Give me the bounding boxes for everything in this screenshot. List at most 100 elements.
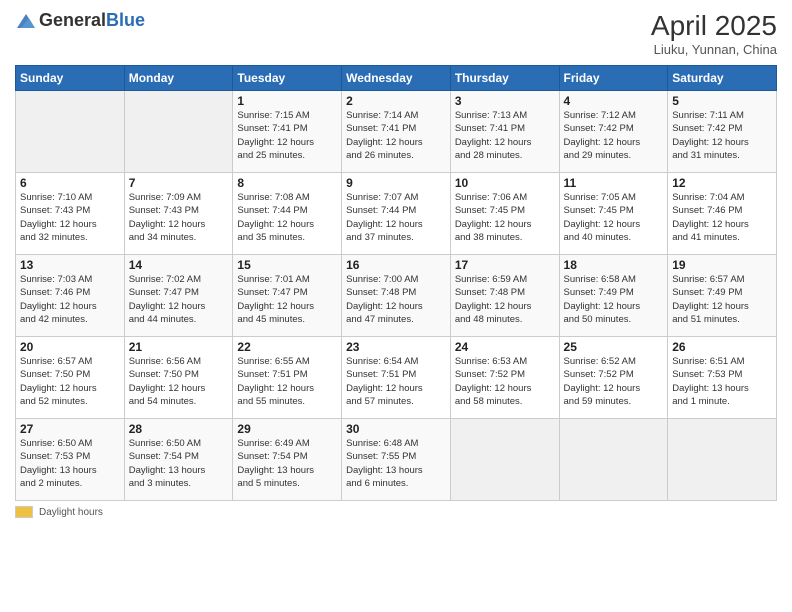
table-row: 9Sunrise: 7:07 AM Sunset: 7:44 PM Daylig… bbox=[342, 173, 451, 255]
table-row bbox=[16, 91, 125, 173]
day-info: Sunrise: 7:10 AM Sunset: 7:43 PM Dayligh… bbox=[20, 191, 120, 244]
location-text: Liuku, Yunnan, China bbox=[651, 42, 777, 57]
day-info: Sunrise: 7:11 AM Sunset: 7:42 PM Dayligh… bbox=[672, 109, 772, 162]
table-row: 11Sunrise: 7:05 AM Sunset: 7:45 PM Dayli… bbox=[559, 173, 668, 255]
day-info: Sunrise: 6:50 AM Sunset: 7:53 PM Dayligh… bbox=[20, 437, 120, 490]
day-info: Sunrise: 7:08 AM Sunset: 7:44 PM Dayligh… bbox=[237, 191, 337, 244]
day-info: Sunrise: 7:09 AM Sunset: 7:43 PM Dayligh… bbox=[129, 191, 229, 244]
day-number: 15 bbox=[237, 258, 337, 272]
month-title: April 2025 bbox=[651, 10, 777, 42]
day-info: Sunrise: 6:53 AM Sunset: 7:52 PM Dayligh… bbox=[455, 355, 555, 408]
table-row: 30Sunrise: 6:48 AM Sunset: 7:55 PM Dayli… bbox=[342, 419, 451, 501]
day-info: Sunrise: 6:52 AM Sunset: 7:52 PM Dayligh… bbox=[564, 355, 664, 408]
table-row: 6Sunrise: 7:10 AM Sunset: 7:43 PM Daylig… bbox=[16, 173, 125, 255]
day-info: Sunrise: 7:13 AM Sunset: 7:41 PM Dayligh… bbox=[455, 109, 555, 162]
table-row: 25Sunrise: 6:52 AM Sunset: 7:52 PM Dayli… bbox=[559, 337, 668, 419]
day-number: 29 bbox=[237, 422, 337, 436]
table-row: 19Sunrise: 6:57 AM Sunset: 7:49 PM Dayli… bbox=[668, 255, 777, 337]
day-number: 6 bbox=[20, 176, 120, 190]
daylight-box-icon bbox=[15, 506, 33, 518]
calendar-week-row: 27Sunrise: 6:50 AM Sunset: 7:53 PM Dayli… bbox=[16, 419, 777, 501]
day-number: 30 bbox=[346, 422, 446, 436]
daylight-label: Daylight hours bbox=[39, 507, 103, 518]
table-row: 29Sunrise: 6:49 AM Sunset: 7:54 PM Dayli… bbox=[233, 419, 342, 501]
day-number: 24 bbox=[455, 340, 555, 354]
table-row: 23Sunrise: 6:54 AM Sunset: 7:51 PM Dayli… bbox=[342, 337, 451, 419]
table-row: 24Sunrise: 6:53 AM Sunset: 7:52 PM Dayli… bbox=[450, 337, 559, 419]
table-row: 18Sunrise: 6:58 AM Sunset: 7:49 PM Dayli… bbox=[559, 255, 668, 337]
day-info: Sunrise: 7:02 AM Sunset: 7:47 PM Dayligh… bbox=[129, 273, 229, 326]
day-info: Sunrise: 7:01 AM Sunset: 7:47 PM Dayligh… bbox=[237, 273, 337, 326]
table-row: 20Sunrise: 6:57 AM Sunset: 7:50 PM Dayli… bbox=[16, 337, 125, 419]
table-row bbox=[124, 91, 233, 173]
day-number: 23 bbox=[346, 340, 446, 354]
day-info: Sunrise: 6:56 AM Sunset: 7:50 PM Dayligh… bbox=[129, 355, 229, 408]
day-info: Sunrise: 7:03 AM Sunset: 7:46 PM Dayligh… bbox=[20, 273, 120, 326]
table-row: 4Sunrise: 7:12 AM Sunset: 7:42 PM Daylig… bbox=[559, 91, 668, 173]
calendar-page: GeneralBlue April 2025 Liuku, Yunnan, Ch… bbox=[0, 0, 792, 612]
day-info: Sunrise: 7:05 AM Sunset: 7:45 PM Dayligh… bbox=[564, 191, 664, 244]
table-row: 21Sunrise: 6:56 AM Sunset: 7:50 PM Dayli… bbox=[124, 337, 233, 419]
day-info: Sunrise: 6:54 AM Sunset: 7:51 PM Dayligh… bbox=[346, 355, 446, 408]
day-number: 4 bbox=[564, 94, 664, 108]
day-info: Sunrise: 6:59 AM Sunset: 7:48 PM Dayligh… bbox=[455, 273, 555, 326]
day-number: 8 bbox=[237, 176, 337, 190]
day-number: 21 bbox=[129, 340, 229, 354]
table-row: 17Sunrise: 6:59 AM Sunset: 7:48 PM Dayli… bbox=[450, 255, 559, 337]
day-number: 16 bbox=[346, 258, 446, 272]
day-info: Sunrise: 7:07 AM Sunset: 7:44 PM Dayligh… bbox=[346, 191, 446, 244]
col-monday: Monday bbox=[124, 66, 233, 91]
table-row: 22Sunrise: 6:55 AM Sunset: 7:51 PM Dayli… bbox=[233, 337, 342, 419]
day-info: Sunrise: 6:55 AM Sunset: 7:51 PM Dayligh… bbox=[237, 355, 337, 408]
table-row: 15Sunrise: 7:01 AM Sunset: 7:47 PM Dayli… bbox=[233, 255, 342, 337]
col-saturday: Saturday bbox=[668, 66, 777, 91]
day-info: Sunrise: 7:15 AM Sunset: 7:41 PM Dayligh… bbox=[237, 109, 337, 162]
day-number: 7 bbox=[129, 176, 229, 190]
logo: GeneralBlue bbox=[15, 10, 145, 32]
day-number: 3 bbox=[455, 94, 555, 108]
day-info: Sunrise: 6:50 AM Sunset: 7:54 PM Dayligh… bbox=[129, 437, 229, 490]
day-info: Sunrise: 7:06 AM Sunset: 7:45 PM Dayligh… bbox=[455, 191, 555, 244]
col-friday: Friday bbox=[559, 66, 668, 91]
day-number: 19 bbox=[672, 258, 772, 272]
day-info: Sunrise: 7:04 AM Sunset: 7:46 PM Dayligh… bbox=[672, 191, 772, 244]
day-number: 17 bbox=[455, 258, 555, 272]
col-thursday: Thursday bbox=[450, 66, 559, 91]
day-number: 20 bbox=[20, 340, 120, 354]
table-row bbox=[668, 419, 777, 501]
table-row: 2Sunrise: 7:14 AM Sunset: 7:41 PM Daylig… bbox=[342, 91, 451, 173]
day-number: 9 bbox=[346, 176, 446, 190]
day-number: 12 bbox=[672, 176, 772, 190]
footer-note: Daylight hours bbox=[15, 506, 777, 518]
table-row: 7Sunrise: 7:09 AM Sunset: 7:43 PM Daylig… bbox=[124, 173, 233, 255]
col-wednesday: Wednesday bbox=[342, 66, 451, 91]
calendar-week-row: 13Sunrise: 7:03 AM Sunset: 7:46 PM Dayli… bbox=[16, 255, 777, 337]
logo-blue-text: Blue bbox=[106, 10, 145, 30]
table-row: 13Sunrise: 7:03 AM Sunset: 7:46 PM Dayli… bbox=[16, 255, 125, 337]
day-number: 18 bbox=[564, 258, 664, 272]
day-number: 10 bbox=[455, 176, 555, 190]
col-sunday: Sunday bbox=[16, 66, 125, 91]
day-info: Sunrise: 6:48 AM Sunset: 7:55 PM Dayligh… bbox=[346, 437, 446, 490]
day-number: 25 bbox=[564, 340, 664, 354]
calendar-week-row: 1Sunrise: 7:15 AM Sunset: 7:41 PM Daylig… bbox=[16, 91, 777, 173]
day-number: 26 bbox=[672, 340, 772, 354]
table-row bbox=[450, 419, 559, 501]
day-info: Sunrise: 7:14 AM Sunset: 7:41 PM Dayligh… bbox=[346, 109, 446, 162]
day-info: Sunrise: 6:49 AM Sunset: 7:54 PM Dayligh… bbox=[237, 437, 337, 490]
calendar-week-row: 20Sunrise: 6:57 AM Sunset: 7:50 PM Dayli… bbox=[16, 337, 777, 419]
day-number: 27 bbox=[20, 422, 120, 436]
day-number: 13 bbox=[20, 258, 120, 272]
table-row: 8Sunrise: 7:08 AM Sunset: 7:44 PM Daylig… bbox=[233, 173, 342, 255]
day-info: Sunrise: 6:51 AM Sunset: 7:53 PM Dayligh… bbox=[672, 355, 772, 408]
logo-icon bbox=[15, 10, 37, 32]
day-info: Sunrise: 6:57 AM Sunset: 7:50 PM Dayligh… bbox=[20, 355, 120, 408]
day-info: Sunrise: 7:12 AM Sunset: 7:42 PM Dayligh… bbox=[564, 109, 664, 162]
title-block: April 2025 Liuku, Yunnan, China bbox=[651, 10, 777, 57]
table-row bbox=[559, 419, 668, 501]
table-row: 1Sunrise: 7:15 AM Sunset: 7:41 PM Daylig… bbox=[233, 91, 342, 173]
calendar-week-row: 6Sunrise: 7:10 AM Sunset: 7:43 PM Daylig… bbox=[16, 173, 777, 255]
day-number: 28 bbox=[129, 422, 229, 436]
day-number: 11 bbox=[564, 176, 664, 190]
table-row: 12Sunrise: 7:04 AM Sunset: 7:46 PM Dayli… bbox=[668, 173, 777, 255]
